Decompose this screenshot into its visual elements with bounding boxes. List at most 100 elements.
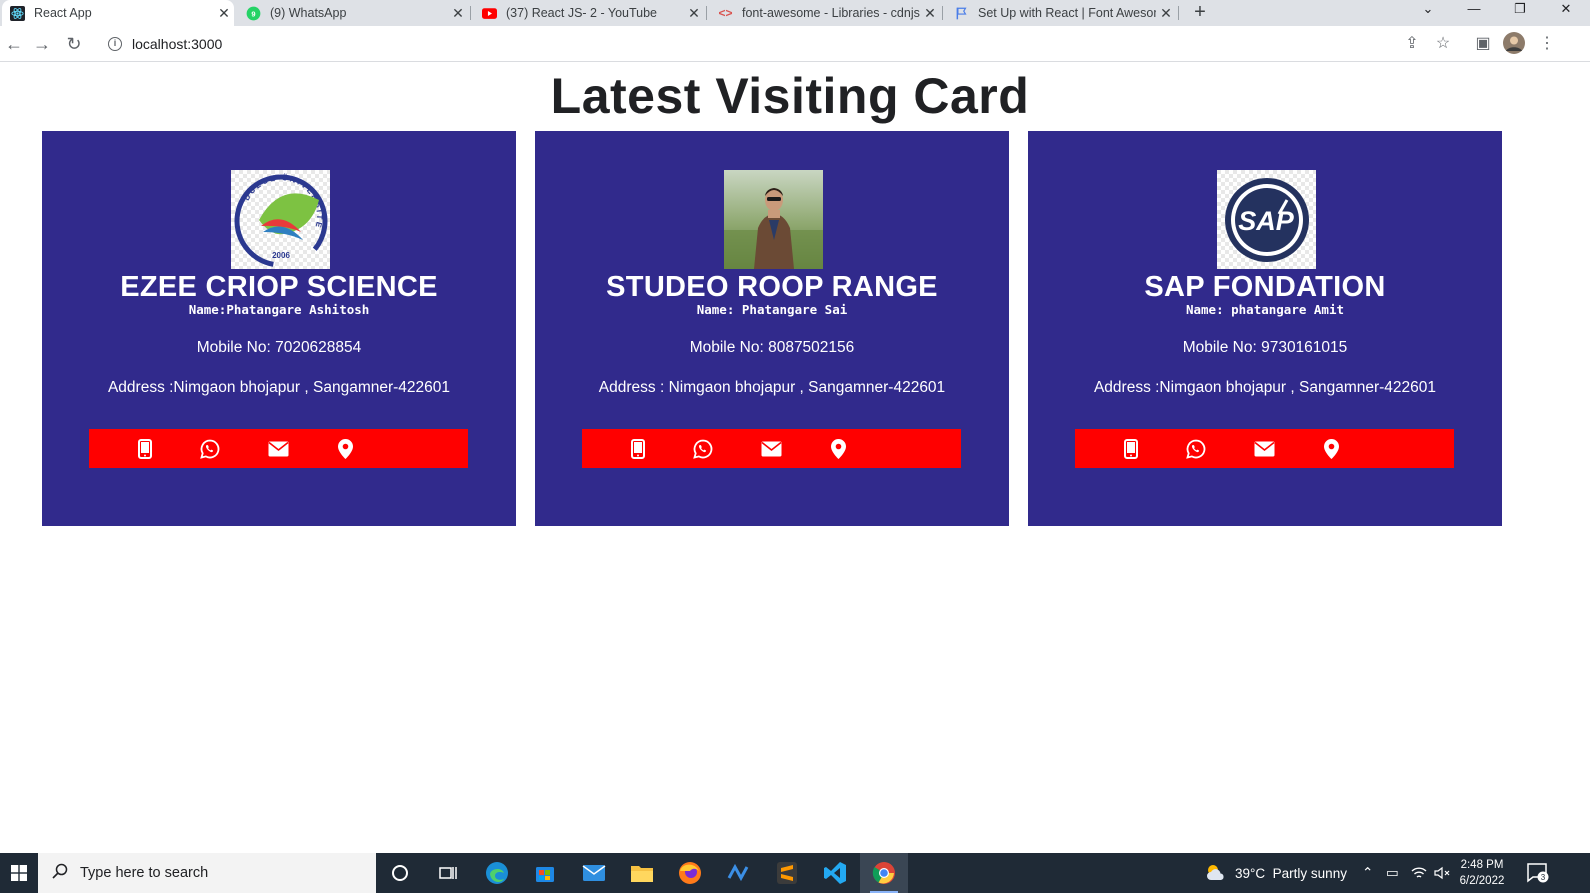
wifi-icon[interactable] — [1411, 853, 1427, 893]
tab-title: (37) React JS- 2 - YouTube — [506, 6, 658, 20]
battery-icon[interactable]: ▭ — [1386, 853, 1399, 893]
windows-icon — [11, 865, 27, 881]
tab-youtube[interactable]: (37) React JS- 2 - YouTube ✕ — [474, 0, 704, 26]
tab-title: font-awesome - Libraries - cdnjs — [742, 6, 920, 20]
whatsapp-icon[interactable] — [1185, 438, 1207, 460]
tab-title: (9) WhatsApp — [270, 6, 347, 20]
svg-text:9: 9 — [251, 9, 255, 18]
notification-center-icon[interactable]: 3 — [1527, 853, 1549, 893]
tab-separator — [1178, 6, 1179, 20]
youtube-icon — [482, 6, 497, 21]
app-icon[interactable] — [714, 853, 762, 893]
whatsapp-icon[interactable] — [692, 438, 714, 460]
mobile-icon[interactable] — [134, 438, 156, 460]
show-hidden-icons-chevron-icon[interactable]: ⌃ — [1362, 853, 1373, 893]
whatsapp-icon[interactable] — [199, 438, 221, 460]
url-text: localhost:3000 — [132, 36, 223, 52]
mail-icon[interactable] — [570, 853, 618, 893]
address: Address :Nimgaon bhojapur , Sangamner-42… — [1093, 379, 1437, 396]
avatar[interactable] — [1502, 32, 1526, 56]
mobile-number: Mobile No: 8087502156 — [689, 339, 855, 356]
person-photo — [724, 170, 823, 269]
edge-icon[interactable] — [473, 853, 521, 893]
forward-button[interactable]: → — [30, 32, 54, 56]
mobile-number: Mobile No: 9730161015 — [1182, 339, 1348, 356]
sublime-text-icon[interactable] — [763, 853, 811, 893]
whatsapp-icon: 9 — [246, 6, 261, 21]
person-name: Name: phatangare Amit — [1185, 302, 1345, 317]
tab-separator — [706, 6, 707, 20]
weather-widget[interactable]: 39°C Partly sunny — [1205, 853, 1347, 893]
contact-bar — [582, 429, 961, 468]
cortana-icon[interactable] — [376, 853, 424, 893]
side-panel-icon[interactable]: ▣ — [1471, 32, 1495, 56]
taskbar-search[interactable]: Type here to search — [38, 853, 376, 893]
info-icon[interactable]: i — [108, 37, 122, 51]
map-marker-icon[interactable] — [334, 438, 356, 460]
close-icon[interactable]: ✕ — [448, 5, 468, 22]
volume-muted-icon[interactable] — [1434, 853, 1450, 893]
address: Address : Nimgaon bhojapur , Sangamner-4… — [598, 379, 946, 396]
close-icon[interactable]: ✕ — [920, 5, 940, 22]
restore-button[interactable]: ❐ — [1500, 0, 1540, 26]
file-explorer-icon[interactable] — [618, 853, 666, 893]
bookmark-star-icon[interactable]: ☆ — [1431, 32, 1455, 56]
envelope-icon[interactable] — [267, 438, 289, 460]
clock-date: 6/2/2022 — [1459, 875, 1505, 887]
close-icon[interactable]: ✕ — [214, 5, 234, 22]
visiting-card: SAP SAP FONDATION Name: phatangare Amit … — [1028, 131, 1502, 526]
tab-whatsapp[interactable]: 9 (9) WhatsApp ✕ — [238, 0, 468, 26]
map-marker-icon[interactable] — [827, 438, 849, 460]
envelope-icon[interactable] — [760, 438, 782, 460]
company-name: EZEE CRIOP SCIENCE — [120, 271, 438, 303]
university-logo: DÜZCE ÜNIVERSITESI 2006 — [231, 170, 330, 269]
close-icon[interactable]: ✕ — [684, 5, 704, 22]
svg-text:SAP: SAP — [1238, 206, 1295, 236]
firefox-icon[interactable] — [666, 853, 714, 893]
mobile-icon[interactable] — [1120, 438, 1142, 460]
address-bar[interactable]: i localhost:3000 — [98, 30, 1388, 58]
toolbar: ← → ↻ i localhost:3000 ⇪ ☆ ▣ ⋮ — [0, 26, 1590, 62]
person-name: Name:Phatangare Ashitosh — [188, 302, 370, 317]
windows-start-button[interactable] — [0, 853, 38, 893]
menu-kebab-icon[interactable]: ⋮ — [1535, 32, 1559, 56]
mobile-icon[interactable] — [627, 438, 649, 460]
share-icon[interactable]: ⇪ — [1400, 32, 1424, 56]
vscode-icon[interactable] — [811, 853, 859, 893]
contact-bar — [1075, 429, 1454, 468]
tab-react-app[interactable]: React App ✕ — [2, 0, 234, 26]
visiting-card: DÜZCE ÜNIVERSITESI 2006 EZEE CRIOP SCIEN… — [42, 131, 516, 526]
map-marker-icon[interactable] — [1320, 438, 1342, 460]
tab-search-chevron-icon[interactable]: ⌄ — [1408, 0, 1448, 26]
svg-text:3: 3 — [1541, 873, 1546, 882]
react-icon — [10, 5, 25, 21]
close-window-button[interactable]: ✕ — [1546, 0, 1586, 26]
mobile-number: Mobile No: 7020628854 — [196, 339, 362, 356]
system-clock[interactable]: 2:48 PM 6/2/2022 — [1452, 857, 1512, 889]
store-icon[interactable] — [521, 853, 569, 893]
sap-logo: SAP — [1217, 170, 1316, 269]
tab-title: Set Up with React | Font Awesom — [978, 6, 1156, 20]
back-button[interactable]: ← — [2, 32, 26, 56]
minimize-button[interactable]: — — [1454, 0, 1494, 26]
tab-cdnjs[interactable]: <> font-awesome - Libraries - cdnjs ✕ — [710, 0, 940, 26]
company-name: SAP FONDATION — [1144, 271, 1386, 303]
tab-title: React App — [34, 6, 92, 20]
weather-text: 39°C Partly sunny — [1235, 865, 1347, 881]
envelope-icon[interactable] — [1253, 438, 1275, 460]
page-content: Latest Visiting Card DÜZCE ÜNIVERSITESI — [0, 63, 1590, 853]
reload-button[interactable]: ↻ — [62, 32, 86, 56]
close-icon[interactable]: ✕ — [1156, 5, 1176, 22]
partly-sunny-icon — [1205, 863, 1227, 884]
chrome-icon[interactable] — [860, 853, 908, 893]
task-view-icon[interactable] — [424, 853, 472, 893]
search-icon — [52, 863, 68, 884]
new-tab-button[interactable]: + — [1188, 0, 1212, 26]
svg-text:2006: 2006 — [272, 251, 290, 260]
clock-time: 2:48 PM — [1460, 859, 1504, 871]
company-name: STUDEO ROOP RANGE — [606, 271, 938, 303]
tab-separator — [942, 6, 943, 20]
page-title: Latest Visiting Card — [550, 68, 1030, 124]
person-name: Name: Phatangare Sai — [696, 302, 848, 317]
tab-font-awesome[interactable]: Set Up with React | Font Awesom ✕ — [946, 0, 1176, 26]
